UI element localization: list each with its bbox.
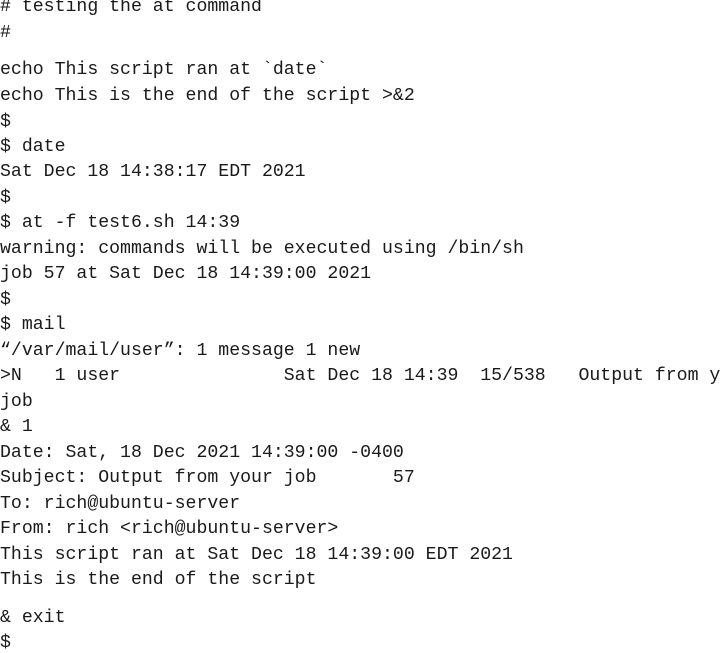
shell-prompt-line: $	[0, 112, 11, 132]
mail-list-item-wrap: job	[0, 392, 33, 412]
output-line: Sat Dec 18 14:38:17 EDT 2021	[0, 162, 306, 182]
mail-body-line: This is the end of the script	[0, 570, 317, 590]
shell-command-line: $ date	[0, 137, 66, 157]
terminal-output: # testing the at command # echo This scr…	[0, 0, 720, 653]
mail-header-date: Date: Sat, 18 Dec 2021 14:39:00 -0400	[0, 443, 404, 463]
mail-list-item: >N 1 user Sat Dec 18 14:39 15/538 Output…	[0, 366, 720, 386]
mail-command-line: & exit	[0, 608, 66, 628]
warning-line: warning: commands will be executed using…	[0, 239, 524, 259]
script-comment-line: #	[0, 23, 11, 43]
mail-header-from: From: rich <rich@ubuntu-server>	[0, 519, 339, 539]
output-line: job 57 at Sat Dec 18 14:39:00 2021	[0, 264, 372, 284]
mail-header-to: To: rich@ubuntu-server	[0, 494, 241, 514]
script-comment-line: # testing the at command	[0, 0, 262, 17]
script-code-line: echo This script ran at `date`	[0, 60, 328, 80]
shell-prompt-line: $	[0, 290, 11, 310]
mail-header-subject: Subject: Output from your job 57	[0, 468, 415, 488]
shell-command-line: $ at -f test6.sh 14:39	[0, 213, 241, 233]
script-code-line: echo This is the end of the script >&2	[0, 86, 415, 106]
mail-command-line: & 1	[0, 417, 33, 437]
mail-body-line: This script ran at Sat Dec 18 14:39:00 E…	[0, 545, 513, 565]
shell-prompt-line: $	[0, 188, 11, 208]
shell-command-line: $ mail	[0, 315, 66, 335]
shell-prompt-line: $	[0, 633, 11, 653]
mail-status-line: “/var/mail/user”: 1 message 1 new	[0, 341, 361, 361]
